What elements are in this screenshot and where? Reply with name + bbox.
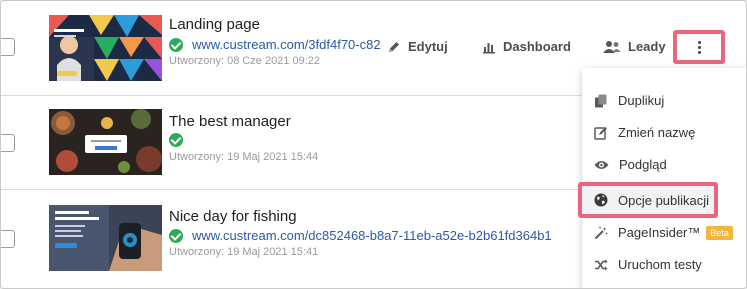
beta-badge: Beta	[706, 225, 733, 240]
menu-item-label: Duplikuj	[618, 93, 665, 108]
menu-item-duplicate[interactable]: Duplikuj	[594, 93, 664, 108]
more-options-menu: Duplikuj Zmień nazwę Podgląd Opcje publi…	[578, 68, 746, 288]
menu-item-label: PageInsider™	[618, 225, 701, 240]
created-date: Utworzony: 19 Maj 2021 15:44	[169, 151, 319, 163]
edit-icon	[594, 126, 607, 140]
menu-item-preview[interactable]: Podgląd	[594, 157, 667, 172]
page-url-link[interactable]: www.custream.com/3fdf4f70-c82	[192, 37, 381, 52]
globe-icon	[594, 193, 608, 207]
row-checkbox[interactable]	[1, 230, 15, 248]
page-title[interactable]: The best manager	[169, 113, 291, 130]
menu-item-label: Podgląd	[619, 157, 667, 172]
menu-item-pageinsider[interactable]: PageInsider™ Beta	[594, 225, 733, 240]
menu-item-label: Opcje publikacji	[618, 192, 710, 208]
url-line	[169, 133, 183, 147]
row-checkbox[interactable]	[1, 38, 15, 56]
page-title[interactable]: Landing page	[169, 16, 260, 33]
users-icon	[603, 40, 621, 53]
vertical-dots-icon	[697, 40, 701, 54]
dashboard-button[interactable]: Dashboard	[478, 39, 571, 54]
menu-item-publish-options[interactable]: Opcje publikacji	[578, 182, 718, 218]
created-date: Utworzony: 19 Maj 2021 15:41	[169, 246, 319, 258]
page-thumbnail	[49, 205, 162, 271]
shuffle-icon	[595, 259, 608, 270]
created-date: Utworzony: 08 Cze 2021 09:22	[169, 55, 321, 67]
menu-item-run-tests[interactable]: Uruchom testy	[594, 257, 702, 272]
url-line: www.custream.com/3fdf4f70-c82	[169, 37, 381, 52]
dashboard-label: Dashboard	[503, 39, 571, 54]
edit-button[interactable]: Edytuj	[383, 39, 448, 54]
check-circle-icon	[169, 37, 183, 52]
copy-icon	[595, 94, 607, 107]
page-title[interactable]: Nice day for fishing	[169, 208, 297, 225]
bar-chart-icon	[483, 42, 495, 53]
menu-item-label: Uruchom testy	[618, 257, 702, 272]
eye-icon	[594, 160, 609, 169]
more-options-button[interactable]	[673, 30, 725, 64]
check-circle-icon	[169, 228, 183, 243]
page-thumbnail	[49, 109, 162, 175]
page-url-link[interactable]: www.custream.com/dc852468-b8a7-11eb-a52e…	[192, 228, 552, 243]
url-line: www.custream.com/dc852468-b8a7-11eb-a52e…	[169, 228, 552, 243]
page-thumbnail	[49, 15, 162, 81]
edit-label: Edytuj	[408, 39, 448, 54]
magic-wand-icon	[594, 226, 608, 239]
menu-item-rename[interactable]: Zmień nazwę	[594, 125, 695, 140]
row-checkbox[interactable]	[1, 134, 15, 152]
leads-button[interactable]: Leady	[599, 39, 666, 54]
check-circle-icon	[169, 133, 183, 147]
landing-pages-list: Landing page www.custream.com/3fdf4f70-c…	[0, 0, 747, 289]
pencil-icon	[389, 41, 399, 52]
leads-label: Leady	[628, 39, 666, 54]
menu-item-label: Zmień nazwę	[618, 125, 696, 140]
